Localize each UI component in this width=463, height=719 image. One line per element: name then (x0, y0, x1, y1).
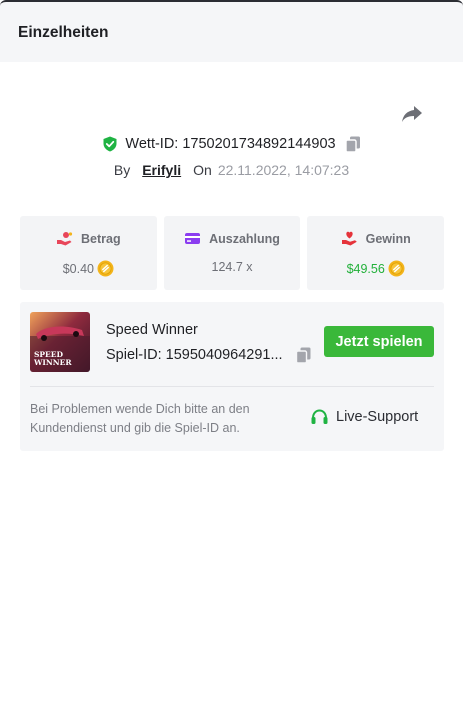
bet-date: 22.11.2022, 14:07:23 (217, 162, 350, 178)
by-label: By (113, 162, 131, 178)
stat-label: Gewinn (365, 231, 411, 246)
hand-coins-icon (57, 232, 73, 246)
stat-value: 124.7 x (211, 260, 253, 274)
bet-id: Wett-ID: 1750201734892144903 (125, 136, 336, 152)
live-support-label: Live-Support (336, 409, 419, 425)
hand-heart-icon (341, 231, 357, 246)
stat-auszahlung: Auszahlung 124.7 x (163, 216, 301, 290)
page-title: Einzelheiten (18, 24, 109, 41)
stats-row: Betrag $0.40 Auszahlung 124.7 x Gewinn $… (20, 216, 445, 290)
play-now-button[interactable]: Jetzt spielen (324, 326, 434, 357)
game-name[interactable]: Speed Winner (106, 322, 198, 338)
help-text: Bei Problemen wende Dich bitte an den Ku… (30, 402, 250, 435)
coin-icon (388, 260, 405, 277)
game-card: SPEED WINNER Speed Winner Spiel-ID: 1595… (20, 302, 444, 451)
game-thumbnail-image: SPEED WINNER (30, 312, 90, 372)
stat-value: $0.40 (62, 261, 94, 276)
game-id: Spiel-ID: 1595040964291... (106, 347, 283, 363)
headset-icon (311, 408, 328, 424)
stat-gewinn: Gewinn $49.56 (307, 216, 445, 290)
bet-meta: By Erifyli On 22.11.2022, 14:07:23 (0, 160, 463, 180)
stat-value: $49.56 (346, 261, 385, 276)
stat-betrag: Betrag $0.40 (20, 216, 157, 290)
coin-icon (97, 260, 114, 277)
header: Einzelheiten (0, 0, 463, 62)
share-icon (402, 106, 422, 122)
shield-check-icon (103, 136, 117, 152)
stat-label: Auszahlung (209, 231, 280, 246)
bet-id-line: Wett-ID: 1750201734892144903 (0, 134, 463, 154)
copy-icon[interactable] (295, 347, 312, 364)
share-button[interactable] (400, 104, 424, 124)
on-label: On (193, 162, 212, 178)
game-thumbnail[interactable]: SPEED WINNER (30, 312, 90, 372)
divider (30, 386, 434, 387)
copy-icon[interactable] (344, 136, 361, 153)
user-link[interactable]: Erifyli (142, 162, 181, 178)
live-support-link[interactable]: Live-Support (310, 406, 418, 428)
stat-label: Betrag (81, 231, 121, 246)
thumb-text-line2: WINNER (33, 358, 72, 367)
credit-card-icon (185, 233, 201, 244)
